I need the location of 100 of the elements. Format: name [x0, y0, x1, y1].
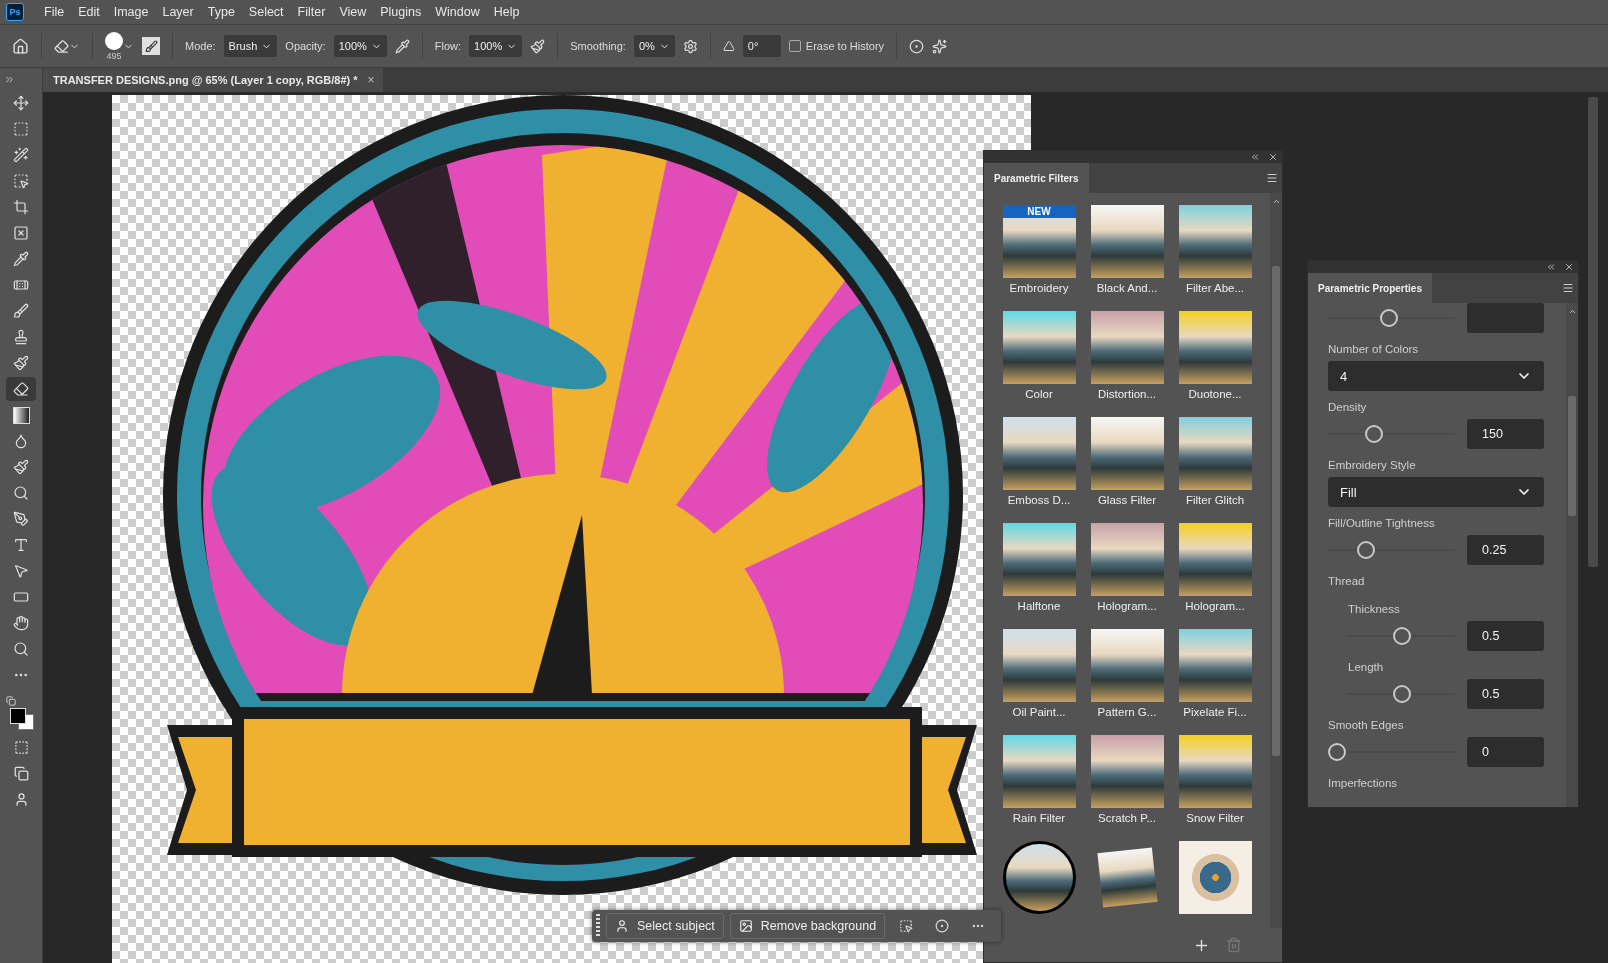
slider-thumb[interactable]	[1380, 309, 1399, 327]
hand-icon	[13, 615, 29, 631]
filter-thumbnail[interactable]	[1096, 847, 1158, 908]
airbrush-button[interactable]	[530, 38, 546, 54]
home-button[interactable]	[12, 37, 29, 55]
field-label: Fill/Outline Tightness	[1328, 517, 1436, 529]
slider-thumb[interactable]	[1392, 627, 1411, 645]
slider-thumb[interactable]	[1392, 685, 1411, 703]
flow-field[interactable]: 100%	[469, 35, 523, 57]
slider-thumb[interactable]	[1357, 541, 1376, 559]
droplet-icon	[13, 433, 29, 449]
menu-item[interactable]: Filter	[291, 5, 332, 19]
menu-icon[interactable]	[1562, 282, 1574, 294]
filter-thumbnail[interactable]	[1178, 205, 1252, 278]
close-button[interactable]: ×	[367, 73, 375, 87]
menu-item[interactable]: View	[333, 5, 373, 19]
filter-thumbnail[interactable]: NEW	[1002, 205, 1076, 278]
menu-item[interactable]: Image	[107, 5, 155, 19]
close-icon[interactable]	[1268, 152, 1278, 162]
menu-item[interactable]: File	[38, 5, 71, 19]
scrollbar[interactable]	[1566, 303, 1578, 807]
filter-thumbnail[interactable]	[1178, 735, 1252, 808]
filter-thumbnail[interactable]	[1090, 417, 1164, 490]
opacity-label: Opacity:	[285, 40, 326, 52]
scrollbar[interactable]	[1270, 193, 1282, 928]
filter-label: Glass Filter	[1097, 494, 1157, 506]
task-button[interactable]: Select subject	[606, 913, 724, 939]
value-field[interactable]: 0.5	[1467, 679, 1544, 709]
new-badge: NEW	[1002, 205, 1076, 218]
filter-thumbnail[interactable]	[1090, 629, 1164, 702]
opacity-field[interactable]: 100%	[333, 35, 387, 57]
app-logo: Ps	[6, 3, 24, 21]
panel-tab[interactable]: Parametric Filters	[984, 163, 1089, 193]
move-icon	[13, 95, 29, 111]
filter-label: Black And...	[1096, 282, 1158, 294]
eraser-preset-button[interactable]	[54, 38, 80, 54]
filter-label: Duotone...	[1188, 388, 1242, 400]
erase-to-history-checkbox[interactable]: Erase to History	[788, 40, 885, 52]
dropdown[interactable]: Fill	[1328, 477, 1544, 507]
panel-tab[interactable]: Parametric Properties	[1308, 273, 1432, 303]
tool-button[interactable]	[6, 377, 36, 401]
mode-select[interactable]: Brush	[223, 35, 278, 57]
value-field[interactable]: 0	[1467, 737, 1544, 767]
scroll-thumb[interactable]	[1568, 396, 1576, 516]
filter-label: Snow Filter	[1186, 812, 1244, 824]
stamp-icon	[13, 329, 29, 345]
filter-thumbnail[interactable]	[1002, 417, 1076, 490]
collapse-icon[interactable]	[1250, 152, 1260, 162]
task-button[interactable]: Remove background	[729, 913, 886, 939]
bandage-icon	[13, 277, 29, 293]
pressure-size-button[interactable]	[909, 38, 925, 54]
filter-thumbnail[interactable]	[1090, 311, 1164, 384]
circle-icon	[935, 919, 950, 933]
filter-label: Hologram...	[1185, 600, 1245, 612]
collapse-icon[interactable]	[1546, 262, 1556, 272]
menu-item[interactable]: Type	[201, 5, 241, 19]
filter-thumbnail[interactable]	[1178, 311, 1252, 384]
filter-thumbnail[interactable]	[1002, 523, 1076, 596]
menu-item[interactable]: Window	[429, 5, 486, 19]
menu-item[interactable]: Help	[487, 5, 526, 19]
symmetry-button[interactable]	[932, 38, 948, 54]
filter-thumbnail[interactable]	[1178, 417, 1252, 490]
value-field[interactable]: 0.5	[1467, 621, 1544, 651]
menu-icon[interactable]	[1266, 172, 1278, 184]
menu-item[interactable]: Layer	[156, 5, 200, 19]
filter-thumbnail[interactable]	[1178, 841, 1252, 914]
value-field[interactable]	[1467, 303, 1544, 333]
settings-button[interactable]	[682, 38, 698, 54]
filter-thumbnail[interactable]	[1002, 629, 1076, 702]
dropdown[interactable]: 4	[1328, 361, 1544, 391]
drag-handle[interactable]	[596, 914, 600, 938]
scrollbar[interactable]	[1588, 97, 1598, 567]
menu-item[interactable]: Select	[242, 5, 290, 19]
menu-item[interactable]: Edit	[72, 5, 106, 19]
filter-thumbnail[interactable]	[1090, 735, 1164, 808]
smoothing-field[interactable]: 0%	[633, 35, 675, 57]
scroll-up-icon[interactable]	[1567, 307, 1577, 316]
brush-picker[interactable]: 495	[105, 31, 134, 61]
scroll-thumb[interactable]	[1272, 266, 1280, 756]
filter-thumbnail[interactable]	[1178, 523, 1252, 596]
slider-thumb[interactable]	[1328, 743, 1346, 761]
slider-thumb[interactable]	[1365, 425, 1384, 443]
brush-settings-button[interactable]	[142, 37, 160, 55]
close-icon[interactable]	[1564, 262, 1574, 272]
mode-label: Mode:	[185, 40, 216, 52]
color-swatches-icon[interactable]	[10, 708, 34, 730]
pointer-icon	[13, 563, 29, 579]
pressure-button[interactable]	[394, 38, 410, 54]
filter-thumbnail[interactable]	[1178, 629, 1252, 702]
filter-thumbnail[interactable]	[1090, 523, 1164, 596]
angle-field[interactable]: 0°	[742, 35, 781, 57]
filter-thumbnail[interactable]	[1002, 735, 1076, 808]
value-field[interactable]: 0.25	[1467, 535, 1544, 565]
scroll-up-icon[interactable]	[1271, 197, 1281, 206]
document-tab[interactable]: TRANSFER DESIGNS.png @ 65% (Layer 1 copy, RGB/8#) * ×	[43, 68, 383, 92]
menu-item[interactable]: Plugins	[374, 5, 428, 19]
value-field[interactable]: 150	[1467, 419, 1544, 449]
filter-label: Pattern G...	[1097, 706, 1157, 718]
filter-thumbnail[interactable]	[1002, 311, 1076, 384]
filter-thumbnail[interactable]	[1090, 205, 1164, 278]
